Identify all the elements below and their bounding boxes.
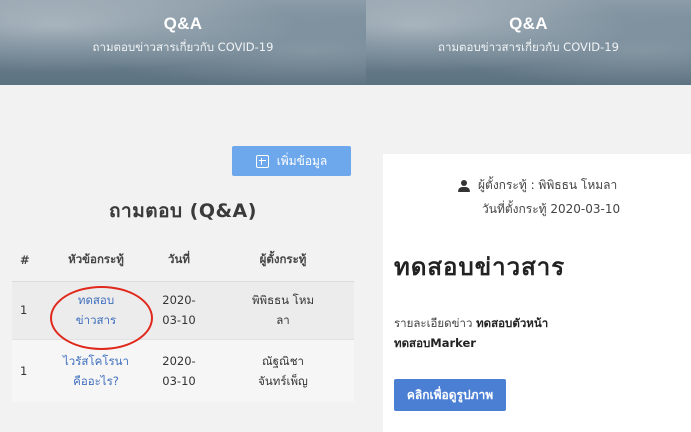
poster-text: ผู้ตั้งกระทู้ : พิพิธธน โหมลา: [478, 178, 618, 192]
row-number: 1: [12, 280, 46, 339]
column-header-number: #: [12, 239, 46, 282]
table-row: 1 ทดสอบข่าวสาร 2020- 03-10 พิพิธธน โหมลา: [12, 280, 354, 339]
posted-date: วันที่ตั้งกระทู้ 2020-03-10: [482, 202, 621, 216]
topic-line: ไวรัสโคโรนา: [63, 353, 129, 368]
page-header: Q&A ถามตอบข่าวสารเกี่ยวกับ COVID-19: [0, 0, 366, 85]
header-subtitle: ถามตอบข่าวสารเกี่ยวกับ COVID-19: [438, 40, 619, 54]
detail-bold-text: ทดสอบตัวหน้า: [476, 316, 549, 330]
date-cell: 2020- 03-10: [146, 280, 212, 339]
column-header-date: วันที่: [146, 239, 212, 282]
view-image-button[interactable]: คลิกเพื่อดูรูปภาพ: [394, 379, 506, 411]
date-line: 2020-: [162, 353, 196, 368]
detail-label: รายละเอียดข่าว: [394, 316, 473, 330]
header-title: Q&A: [163, 14, 203, 33]
topic-cell: ไวรัสโคโรนาคืออะไร?: [46, 338, 146, 402]
author-line: พิพิธธน โหม: [251, 293, 315, 307]
topic-line: ข่าวสาร: [75, 313, 117, 327]
date-line: 2020-: [162, 293, 196, 307]
news-title: ทดสอบข่าวสาร: [394, 253, 566, 281]
column-header-author: ผู้ตั้งกระทู้: [212, 239, 354, 282]
author-line: ลา: [276, 313, 290, 327]
topic-line: ทดสอบ: [77, 293, 115, 307]
author-cell: พิพิธธน โหมลา: [212, 280, 354, 339]
qa-table: # หัวข้อกระทู้ วันที่ ผู้ตั้งกระทู้ 1 ทด…: [12, 239, 354, 402]
qa-heading: ถามตอบ (Q&A): [109, 200, 257, 222]
news-detail: รายละเอียดข่าว ทดสอบตัวหน้า ทดสอบMarker: [394, 313, 674, 353]
date-cell: 2020- 03-10: [146, 338, 212, 402]
table-header-row: # หัวข้อกระทู้ วันที่ ผู้ตั้งกระทู้: [12, 239, 354, 282]
poster-line: ผู้ตั้งกระทู้ : พิพิธธน โหมลา: [458, 176, 617, 195]
date-line: 03-10: [162, 373, 196, 388]
topic-line: คืออะไร?: [73, 373, 119, 388]
header-title: Q&A: [509, 14, 548, 33]
topic-link[interactable]: ทดสอบข่าวสาร: [76, 293, 116, 327]
topic-link[interactable]: ไวรัสโคโรนาคืออะไร?: [63, 354, 129, 388]
plus-box-icon: [255, 154, 269, 168]
table-row: 1 ไวรัสโคโรนาคืออะไร? 2020- 03-10 ณัฐณิชา…: [12, 338, 354, 402]
column-header-topic: หัวข้อกระทู้: [46, 239, 146, 282]
user-icon: [458, 179, 470, 192]
author-cell: ณัฐณิชาจันทร์เพ็ญ: [212, 338, 354, 402]
topic-cell: ทดสอบข่าวสาร: [46, 280, 146, 339]
header-subtitle: ถามตอบข่าวสารเกี่ยวกับ COVID-19: [92, 40, 274, 54]
add-data-button[interactable]: เพิ่มข้อมูล: [232, 146, 351, 176]
author-line: จันทร์เพ็ญ: [258, 373, 308, 388]
author-line: ณัฐณิชา: [262, 353, 304, 368]
page-header: Q&A ถามตอบข่าวสารเกี่ยวกับ COVID-19: [366, 0, 691, 85]
add-data-label: เพิ่มข้อมูล: [276, 153, 328, 168]
row-number: 1: [12, 338, 46, 402]
detail-bold-text: ทดสอบMarker: [394, 336, 476, 350]
date-line: 03-10: [162, 313, 196, 327]
